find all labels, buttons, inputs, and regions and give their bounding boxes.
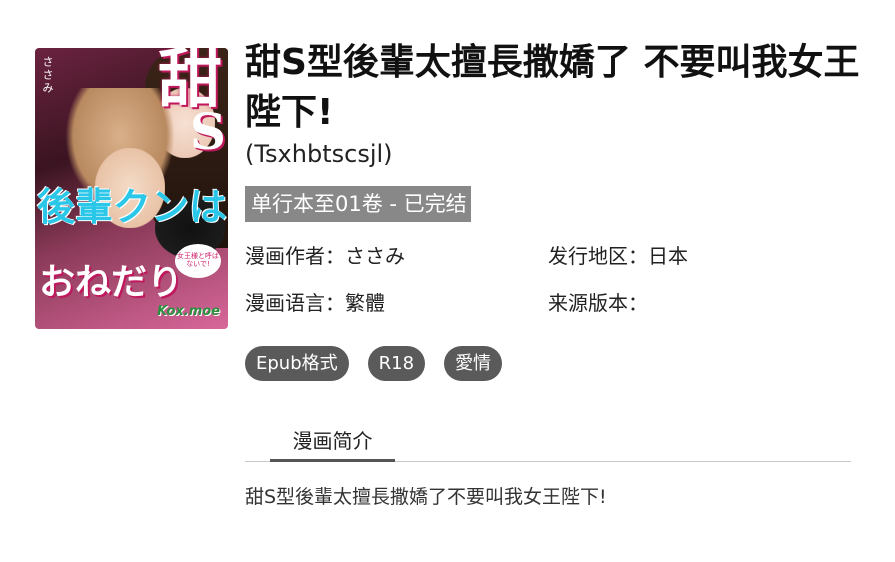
tag-epub[interactable]: Epub格式 bbox=[245, 346, 349, 381]
tag-romance[interactable]: 愛情 bbox=[444, 346, 503, 381]
meta-language: 漫画语言：繁體 bbox=[245, 287, 385, 316]
comic-alt-title: (Tsxhbtscsjl) bbox=[245, 140, 393, 168]
meta-author: 漫画作者：ささみ bbox=[245, 240, 405, 269]
tab-bar: 漫画简介 bbox=[245, 423, 851, 462]
cover-subtitle-line1: 後輩クンは bbox=[37, 184, 228, 229]
cover-author: ささみ bbox=[41, 56, 54, 95]
meta-region-value: 日本 bbox=[648, 244, 688, 268]
cover-watermark: Kox.moe bbox=[157, 304, 220, 319]
comic-title: 甜S型後輩太擅長撒嬌了 不要叫我女王陛下! bbox=[245, 42, 860, 133]
cover-title-letter: S bbox=[189, 102, 226, 161]
meta-source-label: 来源版本： bbox=[548, 291, 648, 315]
tag-r18[interactable]: R18 bbox=[367, 346, 426, 381]
comic-detail-page: ささみ 甜 S 後輩クンは おねだり 女王様と呼ばないで! Kox.moe 甜S… bbox=[0, 0, 895, 562]
status-badge: 单行本至01卷 - 已完结 bbox=[245, 186, 471, 222]
tag-list: Epub格式 R18 愛情 bbox=[245, 346, 503, 381]
comic-summary: 甜S型後輩太擅長撒嬌了不要叫我女王陛下! bbox=[245, 486, 607, 508]
meta-region: 发行地区：日本 bbox=[548, 240, 688, 269]
tab-summary[interactable]: 漫画简介 bbox=[270, 423, 395, 462]
meta-source: 来源版本： bbox=[548, 287, 648, 316]
comic-cover-image[interactable]: ささみ 甜 S 後輩クンは おねだり 女王様と呼ばないで! Kox.moe bbox=[35, 48, 228, 329]
meta-author-label: 漫画作者： bbox=[245, 244, 345, 268]
meta-region-label: 发行地区： bbox=[548, 244, 648, 268]
meta-language-value: 繁體 bbox=[345, 291, 385, 315]
cover-speech-bubble: 女王様と呼ばないで! bbox=[175, 244, 221, 278]
cover-subtitle-line2: おねだり bbox=[39, 261, 184, 303]
meta-author-value[interactable]: ささみ bbox=[345, 244, 405, 268]
meta-language-label: 漫画语言： bbox=[245, 291, 345, 315]
